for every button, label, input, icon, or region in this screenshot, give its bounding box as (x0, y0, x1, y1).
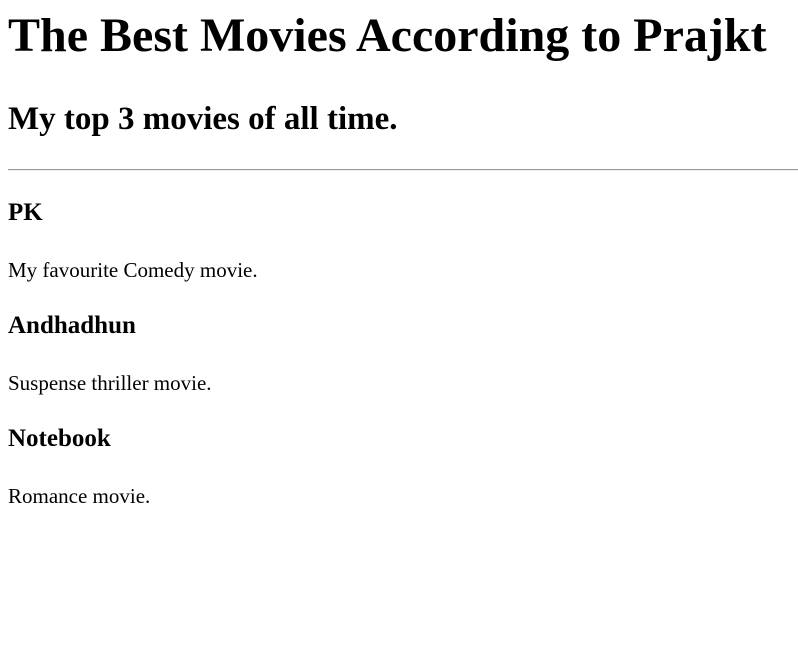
divider (8, 169, 798, 171)
page-title: The Best Movies According to Prajkt (8, 9, 767, 62)
movie-description: Suspense thriller movie. (8, 371, 212, 395)
movie-title: Andhadhun (8, 312, 136, 339)
movie-title: PK (8, 199, 43, 226)
movie-title: Notebook (8, 425, 111, 452)
movie-item: Andhadhun Suspense thriller movie. (8, 311, 790, 396)
movie-item: Notebook Romance movie. (8, 424, 790, 509)
movie-item: PK My favourite Comedy movie. (8, 198, 790, 283)
movie-description: Romance movie. (8, 484, 151, 508)
movie-description: My favourite Comedy movie. (8, 258, 258, 282)
page-subtitle: My top 3 movies of all time. (8, 101, 398, 137)
